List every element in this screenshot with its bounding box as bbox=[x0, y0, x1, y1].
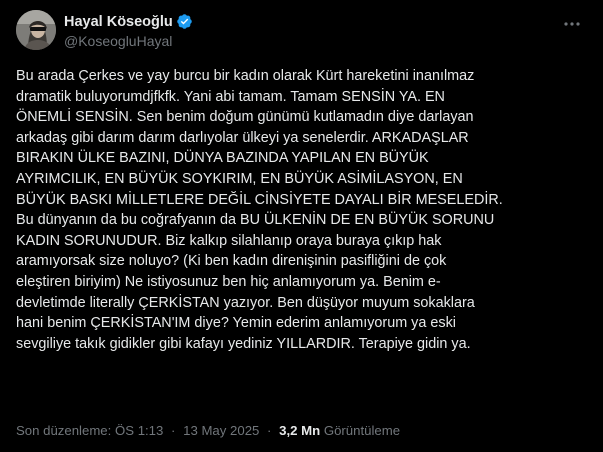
tweet-date[interactable]: 13 May 2025 bbox=[183, 423, 259, 438]
tweet-text-line: aramıyorsak size noluyo? (Ki ben kadın d… bbox=[16, 253, 447, 270]
edited-timestamp[interactable]: Son düzenleme: ÖS 1:13 bbox=[16, 423, 163, 438]
tweet-text-line: eleştiren biriyim) Ne istiyosunuz ben hi… bbox=[16, 273, 441, 290]
author-block: Hayal Köseoğlu @KoseogluHayal bbox=[64, 12, 193, 49]
tweet-text-line: Bu arada Çerkes ve yay burcu bir kadın o… bbox=[16, 68, 475, 84]
tweet-text-line: AYRIMCILIK, EN BÜYÜK SOYKIRIM, EN BÜYÜK … bbox=[16, 170, 463, 187]
tweet-text-line: dramatik buluyorumdjfkfk. Yani abi tamam… bbox=[16, 88, 445, 105]
views-count[interactable]: 3,2 Mn bbox=[279, 423, 320, 438]
display-name[interactable]: Hayal Köseoğlu bbox=[64, 14, 173, 30]
tweet-text-line: hani benim ÇERKİSTAN'IM diye? Yemin eder… bbox=[16, 315, 456, 332]
tweet-text-line: Bu dünyanın da bu coğrafyanın da BU ÜLKE… bbox=[16, 212, 495, 229]
display-name-row: Hayal Köseoğlu bbox=[64, 12, 193, 31]
profile-photo bbox=[16, 10, 56, 50]
avatar[interactable] bbox=[16, 10, 56, 50]
more-horizontal-icon[interactable] bbox=[560, 15, 584, 33]
tweet-header: Hayal Köseoğlu @KoseogluHayal bbox=[16, 9, 588, 53]
tweet-text: Bu arada Çerkes ve yay burcu bir kadın o… bbox=[16, 66, 588, 354]
tweet-text-line: ÖNEMLİ SENSİN. Sen benim doğum günümü ku… bbox=[16, 109, 474, 126]
tweet-text-line: devletimde literally ÇERKİSTAN yazıyor. … bbox=[16, 294, 475, 311]
author-handle[interactable]: @KoseogluHayal bbox=[64, 33, 193, 49]
tweet-container: Hayal Köseoğlu @KoseogluHayal Bu arada Ç… bbox=[0, 0, 603, 452]
meta-separator: · bbox=[171, 423, 176, 438]
tweet-text-line: BIRAKIN ÜLKE BAZINI, DÜNYA BAZINDA YAPIL… bbox=[16, 150, 429, 167]
tweet-text-line: sevgiliye takık gidikler gibi kafayı yed… bbox=[16, 335, 471, 352]
views-label: Görüntüleme bbox=[323, 423, 401, 438]
tweet-meta: Son düzenleme: ÖS 1:13 · 13 May 2025 · 3… bbox=[16, 423, 400, 438]
tweet-text-line: arkadaş gibi darım darım darlıyolar ülke… bbox=[16, 129, 469, 146]
verified-badge-icon[interactable] bbox=[176, 13, 193, 30]
tweet-text-line: KADIN SORUNUDUR. Biz kalkıp silahlanıp o… bbox=[16, 232, 442, 249]
tweet-text-line: BÜYÜK BASKI MİLLETLERE DEĞİL CİNSİYETE D… bbox=[16, 191, 503, 208]
meta-separator: · bbox=[267, 423, 272, 438]
